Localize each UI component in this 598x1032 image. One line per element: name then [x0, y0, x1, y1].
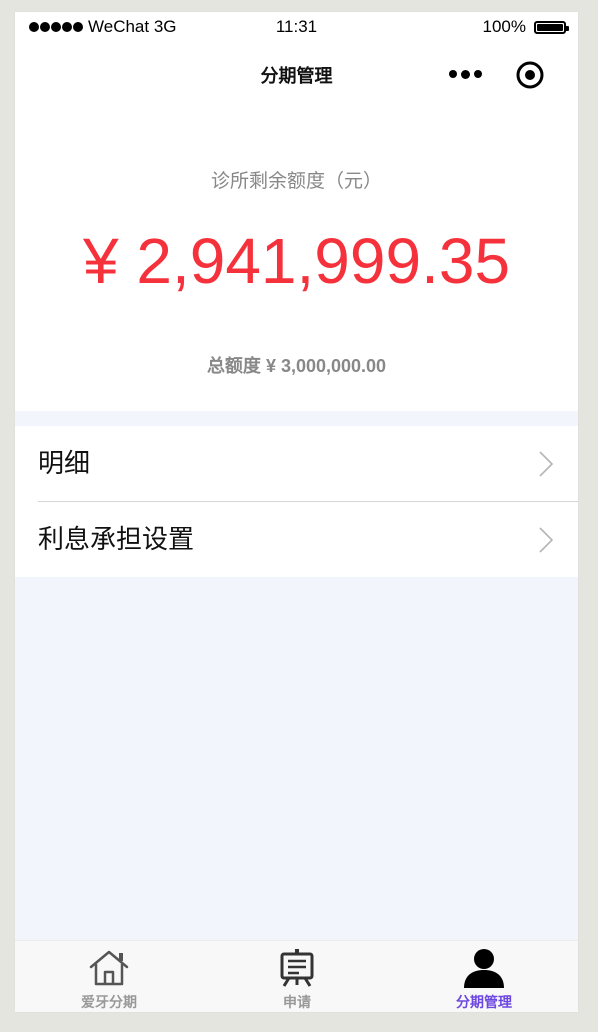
balance-card: 诊所剩余额度（元） ¥ 2,941,999.35 总额度 ¥ 3,000,000… [15, 106, 578, 411]
menu-item-details[interactable]: 明细 [15, 426, 578, 501]
phone-screen: WeChat 3G 11:31 100% 分期管理 诊所剩余额度（元） ¥ 2,… [15, 12, 578, 1012]
tab-bar: 爱牙分期 申请 分期管理 [15, 940, 578, 1012]
menu-item-label: 明细 [38, 448, 91, 478]
remaining-credit-amount: ¥ 2,941,999.35 [82, 225, 511, 297]
menu-item-label: 利息承担设置 [38, 524, 195, 554]
house-icon [89, 950, 129, 986]
battery-percent: 100% [482, 17, 526, 36]
chevron-right-icon [539, 451, 554, 477]
target-circle-icon[interactable] [515, 60, 545, 90]
more-dots-icon[interactable] [447, 66, 483, 82]
tab-label: 分期管理 [456, 994, 512, 1010]
battery-info: 100% [482, 17, 569, 37]
tab-label: 申请 [283, 994, 311, 1010]
chevron-right-icon [539, 527, 554, 553]
tab-installment-management[interactable]: 分期管理 [409, 941, 559, 1012]
tab-apply[interactable]: 申请 [222, 941, 372, 1012]
menu-item-interest-settings[interactable]: 利息承担设置 [38, 501, 578, 577]
page-title: 分期管理 [260, 66, 333, 86]
battery-icon [534, 20, 569, 34]
remaining-credit-label: 诊所剩余额度（元） [210, 171, 382, 192]
total-credit-amount: 总额度 ¥ 3,000,000.00 [206, 356, 387, 376]
presentation-board-icon [280, 949, 314, 987]
navigation-bar: 分期管理 [15, 42, 578, 106]
person-icon [464, 949, 504, 988]
tab-label: 爱牙分期 [81, 994, 137, 1010]
status-bar: WeChat 3G 11:31 100% [15, 12, 578, 42]
menu-list: 明细 利息承担设置 [15, 426, 578, 577]
tab-home[interactable]: 爱牙分期 [34, 941, 184, 1012]
